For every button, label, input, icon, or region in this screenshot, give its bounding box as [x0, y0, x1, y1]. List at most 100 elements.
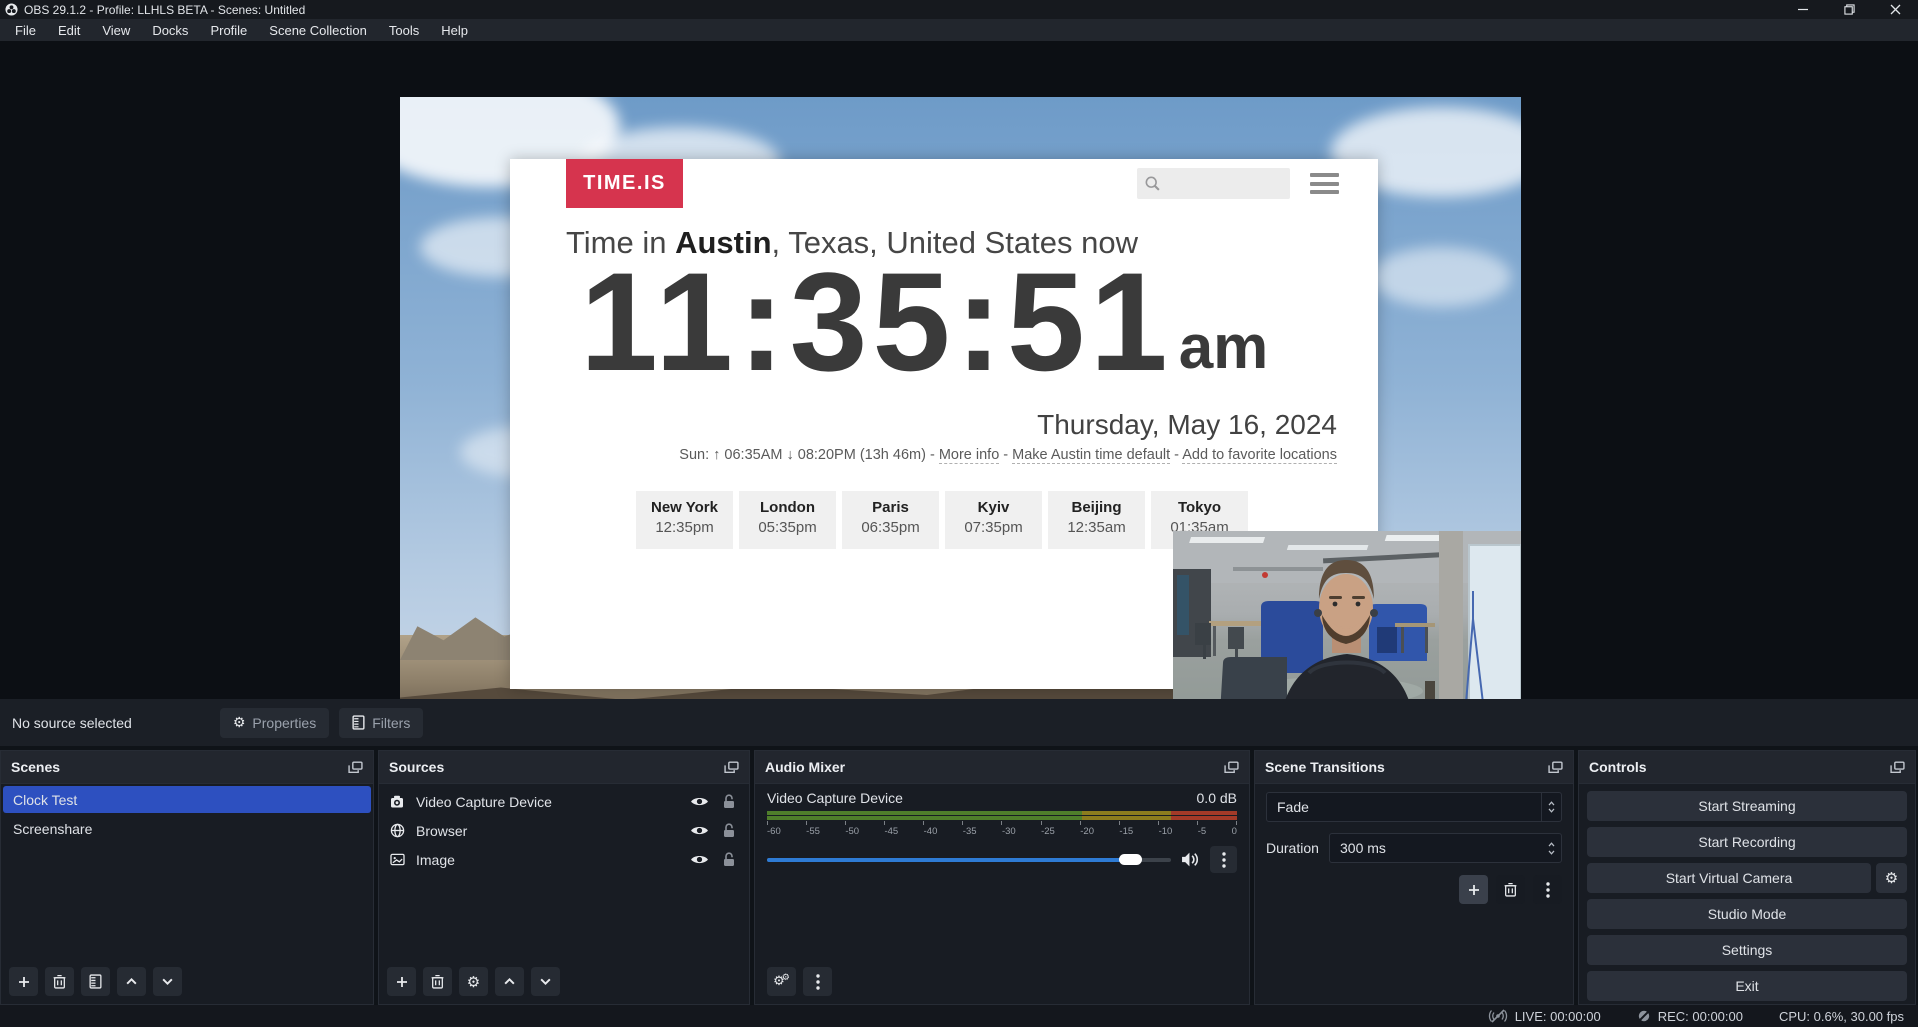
virtual-camera-settings-button[interactable]: ⚙: [1876, 863, 1907, 893]
scene-down-button[interactable]: [153, 967, 182, 996]
image-icon: [389, 853, 406, 866]
menu-help[interactable]: Help: [430, 19, 479, 41]
timeis-search-input: [1137, 168, 1290, 199]
sources-header[interactable]: Sources: [379, 751, 749, 784]
volume-slider-handle[interactable]: [1119, 854, 1142, 865]
scenes-title: Scenes: [11, 759, 60, 775]
gear-icon: ⚙: [467, 973, 480, 991]
start-recording-button[interactable]: Start Recording: [1587, 827, 1907, 857]
transition-select-arrows[interactable]: [1541, 793, 1561, 821]
source-down-button[interactable]: [531, 967, 560, 996]
sources-title: Sources: [389, 759, 444, 775]
remove-scene-button[interactable]: [45, 967, 74, 996]
menu-scene-collection[interactable]: Scene Collection: [258, 19, 378, 41]
menu-file[interactable]: File: [4, 19, 47, 41]
remove-transition-button[interactable]: [1496, 875, 1525, 904]
cpu-fps-status: CPU: 0.6%, 30.00 fps: [1779, 1009, 1904, 1024]
timeis-clock: 11:35:51 am: [580, 255, 1268, 387]
filter-icon: [352, 715, 365, 730]
transitions-header[interactable]: Scene Transitions: [1255, 751, 1573, 784]
city-card: New York12:35pm: [636, 491, 733, 549]
duration-label: Duration: [1266, 840, 1321, 856]
menu-profile[interactable]: Profile: [199, 19, 258, 41]
make-default-link: Make Austin time default: [1012, 447, 1170, 464]
remove-source-button[interactable]: [423, 967, 452, 996]
add-scene-button[interactable]: [9, 967, 38, 996]
source-properties-button[interactable]: ⚙: [459, 967, 488, 996]
mixer-channel-name: Video Capture Device: [767, 790, 903, 806]
scenes-panel: Scenes Clock Test Screenshare: [0, 750, 374, 1005]
mixer-header[interactable]: Audio Mixer: [755, 751, 1249, 784]
mixer-toolbar: ⚙⚙: [767, 967, 832, 996]
lock-icon[interactable]: [723, 794, 735, 809]
status-bar: LIVE: 00:00:00 REC: 00:00:00 CPU: 0.6%, …: [0, 1005, 1918, 1027]
menu-tools[interactable]: Tools: [378, 19, 430, 41]
channel-options-kebab-button[interactable]: [1210, 846, 1237, 873]
timeis-date: Thursday, May 16, 2024: [1037, 409, 1337, 441]
visibility-eye-icon[interactable]: [690, 795, 709, 808]
sources-toolbar: ⚙: [387, 967, 560, 996]
mixer-kebab-button[interactable]: [803, 967, 832, 996]
source-toolbar: No source selected ⚙ Properties Filters: [0, 699, 1918, 746]
controls-title: Controls: [1589, 759, 1647, 775]
menu-docks[interactable]: Docks: [141, 19, 199, 41]
lock-icon[interactable]: [723, 823, 735, 838]
popout-icon[interactable]: [1548, 761, 1563, 774]
audio-mixer-panel: Audio Mixer Video Capture Device 0.0 dB …: [754, 750, 1250, 1005]
filters-button[interactable]: Filters: [339, 708, 423, 738]
popout-icon[interactable]: [1890, 761, 1905, 774]
settings-button[interactable]: Settings: [1587, 935, 1907, 965]
speaker-icon[interactable]: [1181, 852, 1200, 867]
add-source-button[interactable]: [387, 967, 416, 996]
add-favorite-link: Add to favorite locations: [1182, 447, 1337, 464]
source-item-image[interactable]: Image: [379, 845, 749, 874]
transition-kebab-button[interactable]: [1533, 875, 1562, 904]
duration-spinbox[interactable]: 300 ms: [1329, 833, 1562, 863]
menu-view[interactable]: View: [91, 19, 141, 41]
gear-icon: ⚙: [1885, 869, 1898, 887]
search-icon: [1144, 175, 1161, 192]
add-transition-button[interactable]: [1459, 875, 1488, 904]
properties-button[interactable]: ⚙ Properties: [220, 708, 329, 738]
window-title: OBS 29.1.2 - Profile: LLHLS BETA - Scene…: [24, 3, 305, 17]
popout-icon[interactable]: [348, 761, 363, 774]
city-card: Beijing12:35am: [1048, 491, 1145, 549]
preview-background: TIME.IS Time in Austin, Texas, United St…: [0, 41, 1918, 699]
popout-icon[interactable]: [1224, 761, 1239, 774]
volume-meter: -60-55-50-45-40-35-30-25-20-15-10-50: [767, 811, 1237, 837]
start-virtual-camera-button[interactable]: Start Virtual Camera: [1587, 863, 1871, 893]
controls-header[interactable]: Controls: [1579, 751, 1915, 784]
city-card: London05:35pm: [739, 491, 836, 549]
scene-up-button[interactable]: [117, 967, 146, 996]
studio-mode-button[interactable]: Studio Mode: [1587, 899, 1907, 929]
volume-slider[interactable]: [767, 858, 1171, 862]
scene-filters-button[interactable]: [81, 967, 110, 996]
minimize-button[interactable]: [1780, 0, 1826, 19]
close-button[interactable]: [1872, 0, 1918, 19]
spin-down-icon[interactable]: [1547, 850, 1556, 855]
spin-up-icon[interactable]: [1547, 842, 1556, 847]
mixer-db-value: 0.0 dB: [1197, 790, 1237, 806]
menu-bar: File Edit View Docks Profile Scene Colle…: [0, 19, 1918, 41]
controls-panel: Controls Start Streaming Start Recording…: [1578, 750, 1916, 1005]
visibility-eye-icon[interactable]: [690, 853, 709, 866]
source-up-button[interactable]: [495, 967, 524, 996]
gear-icon: ⚙: [233, 715, 246, 731]
clock-ampm: am: [1179, 309, 1269, 387]
preview-canvas[interactable]: TIME.IS Time in Austin, Texas, United St…: [400, 97, 1521, 730]
exit-button[interactable]: Exit: [1587, 971, 1907, 1001]
popout-icon[interactable]: [724, 761, 739, 774]
source-item-browser[interactable]: Browser: [379, 816, 749, 845]
visibility-eye-icon[interactable]: [690, 824, 709, 837]
scene-item-clock-test[interactable]: Clock Test: [3, 786, 371, 813]
start-streaming-button[interactable]: Start Streaming: [1587, 791, 1907, 821]
menu-edit[interactable]: Edit: [47, 19, 91, 41]
restore-button[interactable]: [1826, 0, 1872, 19]
transition-select[interactable]: Fade: [1266, 792, 1562, 822]
scenes-header[interactable]: Scenes: [1, 751, 373, 784]
scene-item-screenshare[interactable]: Screenshare: [3, 815, 371, 842]
advanced-audio-button[interactable]: ⚙⚙: [767, 967, 796, 996]
clock-digits: 11:35:51: [580, 257, 1173, 387]
lock-icon[interactable]: [723, 852, 735, 867]
source-item-video-capture[interactable]: Video Capture Device: [379, 787, 749, 816]
